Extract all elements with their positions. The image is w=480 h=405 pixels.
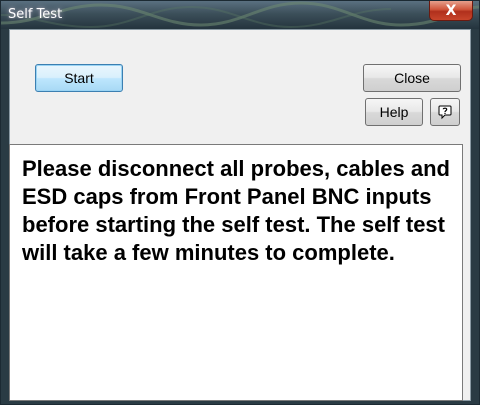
close-button[interactable]: Close	[363, 64, 461, 92]
window-title: Self Test	[8, 7, 63, 22]
help-button[interactable]: Help	[365, 98, 423, 126]
self-test-dialog: Self Test X Start Close Help Please disc…	[0, 0, 480, 405]
close-icon: X	[445, 2, 457, 19]
start-button[interactable]: Start	[35, 64, 123, 92]
instructions-text: Please disconnect all probes, cables and…	[22, 156, 450, 265]
question-balloon-icon	[438, 105, 452, 120]
title-bar-waveform-decoration	[1, 1, 479, 29]
start-button-label: Start	[64, 70, 94, 86]
dialog-body: Start Close Help Please disconnect all p…	[9, 29, 471, 401]
title-bar[interactable]: Self Test X	[1, 1, 479, 29]
close-button-label: Close	[394, 70, 430, 86]
context-help-button[interactable]	[430, 98, 460, 126]
window-close-button[interactable]: X	[429, 1, 473, 21]
instructions-panel: Please disconnect all probes, cables and…	[9, 144, 463, 401]
help-button-label: Help	[379, 104, 409, 120]
